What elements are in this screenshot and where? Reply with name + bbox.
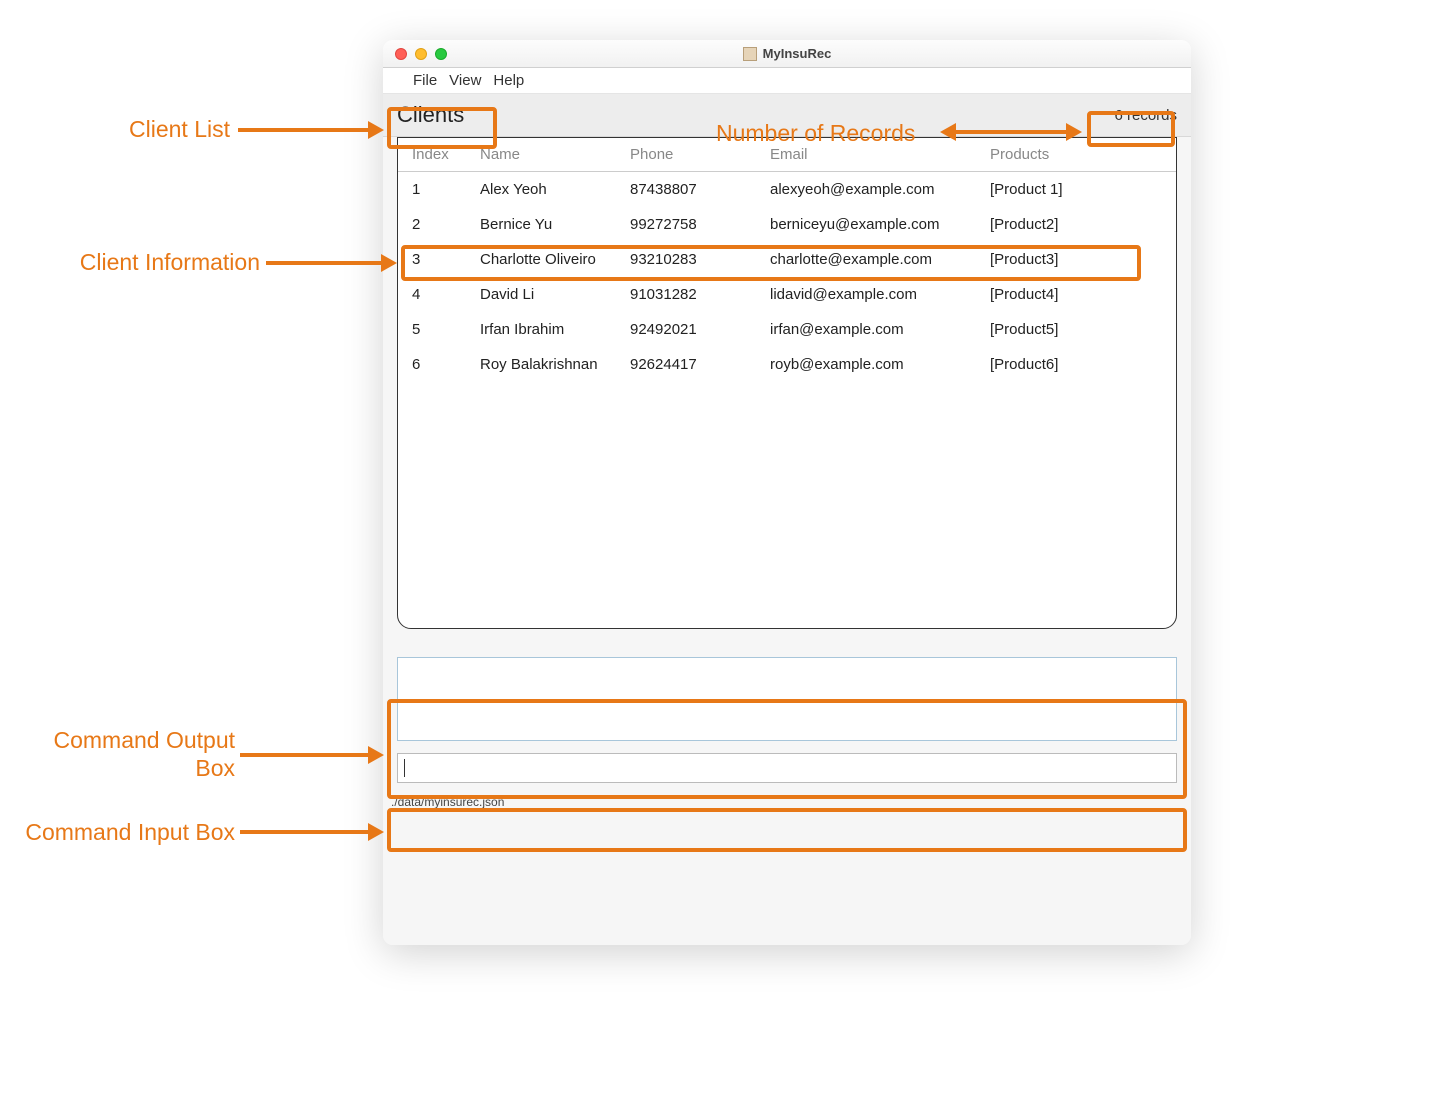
- table-row[interactable]: 5Irfan Ibrahim92492021irfan@example.com[…: [398, 312, 1176, 347]
- window-title-container: MyInsuRec: [383, 46, 1191, 61]
- menu-view[interactable]: View: [449, 72, 481, 89]
- cell-products: [Product3]: [990, 251, 1150, 268]
- cell-email: charlotte@example.com: [770, 251, 990, 268]
- cell-email: lidavid@example.com: [770, 286, 990, 303]
- panel-title: Clients: [397, 102, 464, 128]
- table-row[interactable]: 2Bernice Yu99272758berniceyu@example.com…: [398, 207, 1176, 242]
- cell-products: [Product5]: [990, 321, 1150, 338]
- cell-email: alexyeoh@example.com: [770, 181, 990, 198]
- table-body: 1Alex Yeoh87438807alexyeoh@example.com[P…: [398, 172, 1176, 382]
- cell-email: berniceyu@example.com: [770, 216, 990, 233]
- table-row[interactable]: 1Alex Yeoh87438807alexyeoh@example.com[P…: [398, 172, 1176, 207]
- status-path: ./data/myinsurec.json: [391, 795, 504, 809]
- menu-file[interactable]: File: [413, 72, 437, 89]
- cell-email: irfan@example.com: [770, 321, 990, 338]
- records-count: 6 records: [1114, 107, 1177, 124]
- cell-name: Bernice Yu: [480, 216, 630, 233]
- cell-phone: 93210283: [630, 251, 770, 268]
- cell-products: [Product 1]: [990, 181, 1150, 198]
- cell-index: 6: [412, 356, 480, 373]
- command-input-box[interactable]: [397, 753, 1177, 783]
- callout-command-output-box: Command Output Box: [0, 727, 235, 782]
- cell-products: [Product2]: [990, 216, 1150, 233]
- callout-client-information: Client Information: [30, 249, 260, 276]
- cell-products: [Product6]: [990, 356, 1150, 373]
- client-list-panel: Index Name Phone Email Products 1Alex Ye…: [397, 137, 1177, 629]
- cell-index: 5: [412, 321, 480, 338]
- app-icon: [743, 47, 757, 61]
- cell-name: Alex Yeoh: [480, 181, 630, 198]
- cell-phone: 99272758: [630, 216, 770, 233]
- callout-client-list: Client List: [100, 116, 230, 143]
- cell-phone: 91031282: [630, 286, 770, 303]
- col-products: Products: [990, 146, 1150, 163]
- callout-number-of-records: Number of Records: [716, 120, 951, 147]
- col-phone: Phone: [630, 146, 770, 163]
- cell-phone: 87438807: [630, 181, 770, 198]
- callout-command-input-box: Command Input Box: [0, 819, 235, 846]
- titlebar: MyInsuRec: [383, 40, 1191, 68]
- cell-index: 2: [412, 216, 480, 233]
- cell-email: royb@example.com: [770, 356, 990, 373]
- menu-help[interactable]: Help: [493, 72, 524, 89]
- cell-index: 4: [412, 286, 480, 303]
- menubar: File View Help: [383, 68, 1191, 94]
- cell-index: 3: [412, 251, 480, 268]
- window-title: MyInsuRec: [763, 46, 832, 61]
- cell-name: Charlotte Oliveiro: [480, 251, 630, 268]
- table-row[interactable]: 6Roy Balakrishnan92624417royb@example.co…: [398, 347, 1176, 382]
- table-row[interactable]: 3Charlotte Oliveiro93210283charlotte@exa…: [398, 242, 1176, 277]
- cell-name: Irfan Ibrahim: [480, 321, 630, 338]
- app-window: MyInsuRec File View Help Clients 6 recor…: [383, 40, 1191, 945]
- col-index: Index: [412, 146, 480, 163]
- cell-phone: 92624417: [630, 356, 770, 373]
- cell-name: Roy Balakrishnan: [480, 356, 630, 373]
- cell-phone: 92492021: [630, 321, 770, 338]
- col-email: Email: [770, 146, 990, 163]
- status-bar: ./data/myinsurec.json: [383, 793, 1191, 815]
- command-output-box: [397, 657, 1177, 741]
- cell-name: David Li: [480, 286, 630, 303]
- caret-icon: [404, 759, 405, 777]
- content-area: Clients 6 records Index Name Phone Email…: [383, 94, 1191, 945]
- cell-products: [Product4]: [990, 286, 1150, 303]
- col-name: Name: [480, 146, 630, 163]
- cell-index: 1: [412, 181, 480, 198]
- table-row[interactable]: 4David Li91031282lidavid@example.com[Pro…: [398, 277, 1176, 312]
